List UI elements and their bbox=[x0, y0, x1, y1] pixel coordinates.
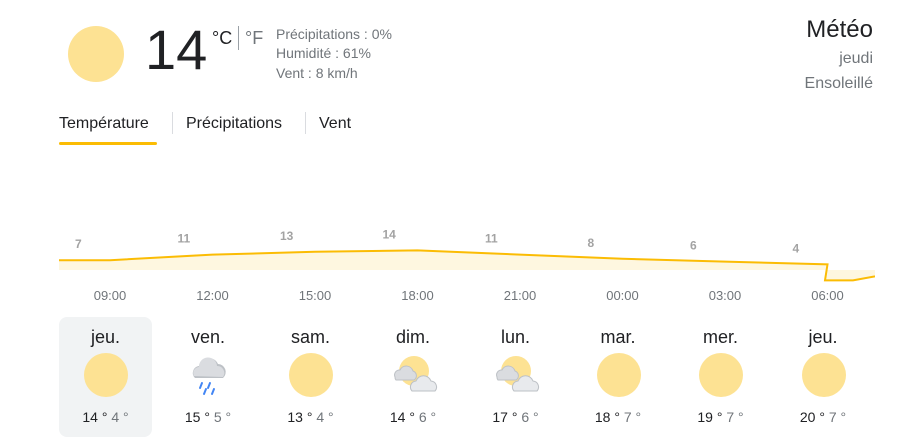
day-high-temp: 17 ° bbox=[492, 409, 518, 425]
day-temperatures: 15 ° 5 ° bbox=[162, 409, 255, 425]
sun-icon bbox=[801, 353, 846, 397]
day-name: ven. bbox=[190, 327, 226, 347]
day-low-temp: 7 ° bbox=[623, 409, 642, 425]
active-tab-indicator bbox=[59, 142, 157, 145]
day-name: jeu. bbox=[90, 327, 121, 347]
day-low-temp: 6 ° bbox=[418, 409, 437, 425]
unit-fahrenheit[interactable]: °F bbox=[245, 28, 263, 49]
day-name: sam. bbox=[290, 327, 330, 347]
day-high-temp: 14 ° bbox=[389, 409, 415, 425]
day-low-temp: 5 ° bbox=[213, 409, 232, 425]
chart-x-tick: 06:00 bbox=[811, 288, 844, 303]
day-forecast-item[interactable]: mer. 19 ° 7 ° bbox=[674, 317, 767, 437]
tab-divider bbox=[305, 112, 306, 134]
humidity-text: Humidité : 61% bbox=[276, 45, 371, 61]
day-low-temp: 4 ° bbox=[316, 409, 334, 425]
chart-value-label: 11 bbox=[485, 232, 498, 246]
day-name: mar. bbox=[600, 327, 636, 347]
day-high-temp: 20 ° bbox=[799, 409, 825, 425]
day-name: mer. bbox=[702, 327, 738, 347]
day-high-temp: 13 ° bbox=[287, 409, 313, 425]
temperature-chart: 7 11 13 14 11 8 6 4 09:00 12:00 15:00 18:00 21:00 00… bbox=[59, 227, 875, 303]
tab-divider bbox=[172, 112, 173, 134]
sun-icon bbox=[84, 353, 128, 397]
tab-precipitation[interactable]: Précipitations bbox=[186, 113, 282, 135]
current-condition: Ensoleillé bbox=[804, 75, 873, 92]
chart-value-label: 6 bbox=[690, 239, 697, 253]
unit-divider bbox=[238, 26, 239, 50]
chart-value-label: 4 bbox=[793, 241, 800, 255]
rain-cloud-icon bbox=[192, 357, 226, 395]
day-high-temp: 15 ° bbox=[184, 409, 210, 425]
chart-x-tick: 00:00 bbox=[606, 288, 639, 303]
daily-forecast: jeu. 14 ° 4 ° ven. 15 ° 5 ° sam. 13 ° 4 ° dim.… bbox=[59, 317, 875, 437]
chart-x-tick: 03:00 bbox=[709, 288, 742, 303]
day-forecast-item[interactable]: ven. 15 ° 5 ° bbox=[162, 317, 255, 437]
current-temperature: 14 bbox=[145, 18, 208, 81]
day-high-temp: 19 ° bbox=[697, 409, 723, 425]
day-high-temp: 14 ° bbox=[82, 409, 108, 425]
day-low-temp: 7 ° bbox=[828, 409, 847, 425]
chart-value-label: 8 bbox=[588, 236, 595, 250]
day-temperatures: 18 ° 7 ° bbox=[572, 409, 665, 425]
sun-icon bbox=[289, 353, 333, 397]
day-low-temp: 6 ° bbox=[521, 409, 539, 425]
chart-x-tick: 21:00 bbox=[504, 288, 537, 303]
partly-cloudy-icon bbox=[496, 356, 540, 392]
day-name: jeu. bbox=[808, 327, 838, 347]
chart-value-label: 14 bbox=[383, 227, 397, 241]
day-forecast-item[interactable]: jeu. 20 ° 7 ° bbox=[777, 317, 870, 437]
day-name: dim. bbox=[395, 327, 430, 347]
current-day: jeudi bbox=[839, 50, 873, 67]
weather-title: Météo bbox=[806, 16, 873, 43]
chart-x-tick: 12:00 bbox=[196, 288, 229, 303]
day-forecast-item[interactable]: lun. 17 ° 6 ° bbox=[469, 317, 562, 437]
day-temperatures: 14 ° 6 ° bbox=[367, 409, 460, 425]
day-forecast-item[interactable]: dim. 14 ° 6 ° bbox=[367, 317, 460, 437]
precipitation-text: Précipitations : 0% bbox=[276, 26, 392, 42]
day-low-temp: 7 ° bbox=[726, 409, 744, 425]
day-temperatures: 20 ° 7 ° bbox=[777, 409, 870, 425]
sun-icon bbox=[596, 353, 641, 397]
day-forecast-item[interactable]: jeu. 14 ° 4 ° bbox=[59, 317, 152, 437]
day-forecast-item[interactable]: sam. 13 ° 4 ° bbox=[264, 317, 357, 437]
day-name: lun. bbox=[500, 327, 531, 347]
tab-wind[interactable]: Vent bbox=[319, 113, 351, 135]
day-high-temp: 18 ° bbox=[594, 409, 620, 425]
wind-text: Vent : 8 km/h bbox=[276, 65, 358, 81]
chart-x-tick: 18:00 bbox=[401, 288, 434, 303]
day-temperatures: 13 ° 4 ° bbox=[264, 409, 357, 425]
chart-value-label: 13 bbox=[280, 229, 294, 243]
sun-icon bbox=[68, 26, 124, 82]
unit-celsius[interactable]: °C bbox=[212, 28, 232, 49]
chart-x-tick: 15:00 bbox=[299, 288, 332, 303]
chart-value-label: 11 bbox=[178, 232, 191, 246]
day-temperatures: 19 ° 7 ° bbox=[674, 409, 767, 425]
chart-value-label: 7 bbox=[75, 237, 82, 251]
tab-temperature[interactable]: Température bbox=[59, 113, 149, 135]
day-temperatures: 14 ° 4 ° bbox=[59, 409, 152, 425]
sun-icon bbox=[699, 353, 743, 397]
chart-area-fill bbox=[59, 250, 875, 281]
day-temperatures: 17 ° 6 ° bbox=[469, 409, 562, 425]
partly-cloudy-icon bbox=[393, 356, 437, 392]
day-forecast-item[interactable]: mar. 18 ° 7 ° bbox=[572, 317, 665, 437]
chart-x-tick: 09:00 bbox=[94, 288, 127, 303]
day-low-temp: 4 ° bbox=[111, 409, 129, 425]
